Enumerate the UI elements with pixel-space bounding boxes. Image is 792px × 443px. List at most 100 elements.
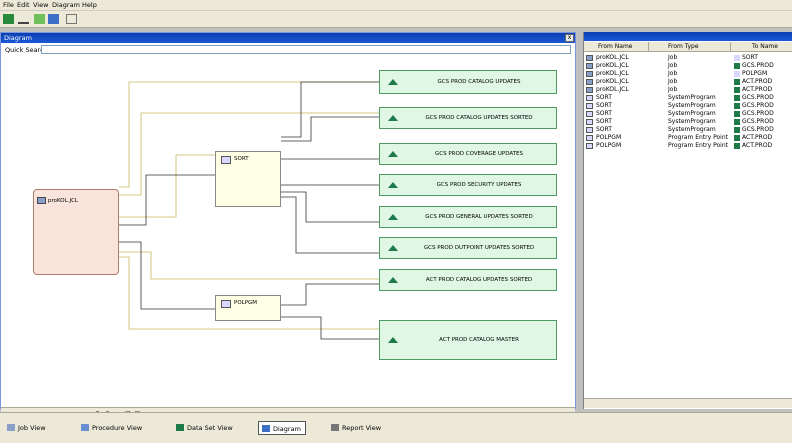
diagram-canvas[interactable]: proKOL.JCL SORT POLPGM GCS PROD CATALOG …: [1, 57, 575, 407]
dataset-icon: [734, 87, 740, 93]
dataset-icon: [734, 111, 740, 117]
dataset-icon: [734, 119, 740, 125]
dataset-node[interactable]: GCS PROD CATALOG UPDATES SORTED: [379, 107, 557, 129]
from-type-cell: Program Entry Point: [668, 134, 728, 141]
dataset-node[interactable]: GCS PROD SECURITY UPDATES: [379, 174, 557, 196]
from-name-cell: SORT: [596, 110, 612, 117]
dataset-node-label: GCS PROD CATALOG UPDATES: [437, 79, 521, 85]
program-icon: [734, 55, 740, 61]
relationships-header: From Name From Type To Name: [584, 42, 792, 52]
grid-icon[interactable]: [48, 14, 59, 24]
job-node[interactable]: proKOL.JCL: [33, 189, 119, 275]
program-icon: [586, 119, 593, 125]
dataset-icon: [734, 63, 740, 69]
program-node-polpgm[interactable]: POLPGM: [215, 295, 281, 321]
menu-edit[interactable]: Edit: [17, 1, 30, 9]
column-separator[interactable]: [648, 42, 649, 52]
view-tab-bar: Job View Procedure View Data Set View Di…: [0, 412, 792, 443]
menu-view[interactable]: View: [33, 1, 48, 9]
dataset-icon: [388, 115, 398, 121]
filter-icon[interactable]: [66, 14, 77, 24]
column-header[interactable]: From Type: [668, 43, 699, 50]
tab-job-view[interactable]: Job View: [4, 421, 50, 435]
dataset-node-label: ACT PROD CATALOG UPDATES SORTED: [425, 277, 533, 283]
dataset-node-label: GCS PROD CATALOG UPDATES SORTED: [425, 115, 533, 121]
tab-procedure-view[interactable]: Procedure View: [78, 421, 146, 435]
from-type-cell: Job: [668, 86, 678, 93]
from-type-cell: Job: [668, 78, 678, 85]
relationship-row[interactable]: SORT SystemProgram GCS.PROD: [584, 118, 792, 126]
save-icon[interactable]: [3, 14, 14, 24]
column-header[interactable]: From Name: [598, 43, 632, 50]
from-type-cell: SystemProgram: [668, 126, 716, 133]
relationship-row[interactable]: proKOL.JCL Job POLPGM: [584, 70, 792, 78]
dataset-node[interactable]: ACT PROD CATALOG UPDATES SORTED: [379, 269, 557, 291]
program-icon: [586, 135, 593, 141]
program-node-sort[interactable]: SORT: [215, 151, 281, 207]
relationship-row[interactable]: proKOL.JCL Job ACT.PROD: [584, 78, 792, 86]
job-icon: [586, 71, 593, 77]
dataset-node[interactable]: ACT PROD CATALOG MASTER: [379, 320, 557, 360]
to-name-cell: POLPGM: [742, 70, 768, 77]
from-type-cell: SystemProgram: [668, 110, 716, 117]
tab-label: Diagram: [273, 425, 301, 433]
quick-search-input[interactable]: [41, 45, 571, 54]
relationship-row[interactable]: SORT SystemProgram GCS.PROD: [584, 102, 792, 110]
dataset-node[interactable]: GCS PROD CATALOG UPDATES: [379, 70, 557, 94]
relationship-row[interactable]: SORT SystemProgram GCS.PROD: [584, 94, 792, 102]
to-name-cell: ACT.PROD: [742, 142, 773, 149]
to-name-cell: GCS.PROD: [742, 102, 774, 109]
tab-label: Data Set View: [187, 424, 233, 432]
menu-diagram[interactable]: Diagram: [52, 1, 80, 9]
dataset-icon: [734, 79, 740, 85]
dataset-node[interactable]: GCS PROD COVERAGE UPDATES: [379, 143, 557, 165]
procedure-icon: [81, 424, 89, 431]
relationship-row[interactable]: proKOL.JCL Job SORT: [584, 54, 792, 62]
program-icon: [586, 95, 593, 101]
from-type-cell: Job: [668, 62, 678, 69]
job-icon: [7, 424, 15, 431]
program-node-label: SORT: [234, 156, 249, 162]
from-type-cell: Program Entry Point: [668, 142, 728, 149]
column-header[interactable]: To Name: [752, 43, 778, 50]
from-name-cell: proKOL.JCL: [596, 70, 629, 77]
program-icon: [586, 103, 593, 109]
tab-label: Procedure View: [92, 424, 143, 432]
job-icon: [37, 197, 46, 204]
from-type-cell: SystemProgram: [668, 102, 716, 109]
tab-report-view[interactable]: Report View: [328, 421, 385, 435]
relationship-row[interactable]: SORT SystemProgram GCS.PROD: [584, 126, 792, 134]
tab-label: Job View: [18, 424, 46, 432]
close-icon[interactable]: x: [565, 34, 574, 42]
column-separator[interactable]: [730, 42, 731, 52]
to-name-cell: GCS.PROD: [742, 110, 774, 117]
relationship-row[interactable]: POLPGM Program Entry Point ACT.PROD: [584, 134, 792, 142]
from-name-cell: SORT: [596, 102, 612, 109]
relationship-row[interactable]: proKOL.JCL Job GCS.PROD: [584, 62, 792, 70]
job-icon: [586, 87, 593, 93]
tab-diagram[interactable]: Diagram: [258, 421, 306, 435]
refresh-icon[interactable]: [34, 14, 45, 24]
dataset-icon: [734, 127, 740, 133]
from-type-cell: SystemProgram: [668, 118, 716, 125]
dataset-node[interactable]: GCS PROD GENERAL UPDATES SORTED: [379, 206, 557, 228]
to-name-cell: ACT.PROD: [742, 78, 773, 85]
from-name-cell: proKOL.JCL: [596, 62, 629, 69]
tab-data-set-view[interactable]: Data Set View: [173, 421, 237, 435]
dataset-icon: [734, 143, 740, 149]
menu-help[interactable]: Help: [82, 1, 97, 9]
from-type-cell: Job: [668, 70, 678, 77]
relationship-row[interactable]: proKOL.JCL Job ACT.PROD: [584, 86, 792, 94]
diagram-window: Diagram x Quick Search: proKOL.JCL SORT …: [0, 32, 576, 418]
relationship-row[interactable]: POLPGM Program Entry Point ACT.PROD: [584, 142, 792, 150]
menu-file[interactable]: File: [3, 1, 14, 9]
to-name-cell: GCS.PROD: [742, 118, 774, 125]
dataset-node[interactable]: GCS PROD OUTPOINT UPDATES SORTED: [379, 237, 557, 259]
horizontal-scrollbar[interactable]: [584, 398, 792, 408]
back-icon[interactable]: [18, 14, 29, 24]
relationships-panel: From Name From Type To Name proKOL.JCL Jo…: [583, 32, 792, 409]
dataset-node-label: GCS PROD SECURITY UPDATES: [436, 182, 522, 188]
dataset-icon: [734, 103, 740, 109]
relationship-row[interactable]: SORT SystemProgram GCS.PROD: [584, 110, 792, 118]
dataset-node-label: ACT PROD CATALOG MASTER: [439, 337, 519, 343]
